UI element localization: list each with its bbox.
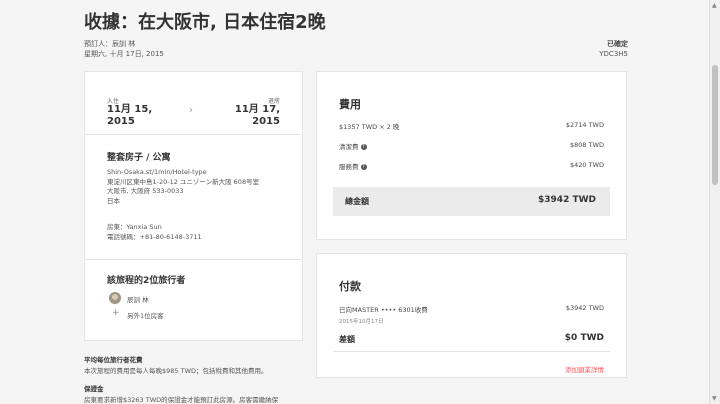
booking-meta: 預訂人：辰訓 林 星期六, 十月 17日, 2015 <box>84 39 164 59</box>
room-type: 整套房子 / 公寓 <box>107 153 171 163</box>
confirmation-code: YDC3H5 <box>599 50 628 58</box>
deposit-title: 保證金 <box>84 385 104 393</box>
page-title: 收據：在大阪市, 日本住宿2晚 <box>84 12 326 33</box>
stay-details-card: 入住 11月 15, 2015 › 退房 11月 17, 2015 整套房子 /… <box>84 71 303 341</box>
divider <box>85 134 302 135</box>
guest-name: 辰訓 林 <box>127 296 149 304</box>
fees-title: 費用 <box>339 98 361 111</box>
info-icon[interactable]: ? <box>360 164 367 170</box>
balance-value: $0 TWD <box>564 333 604 343</box>
total-label: 總金額 <box>345 197 369 206</box>
avg-cost-title: 平均每位旅行者花費 <box>84 356 143 364</box>
cleaning-fee-label: 清潔費? <box>339 143 367 151</box>
scroll-down-icon[interactable]: ▼ <box>712 395 717 402</box>
booker-name: 預訂人：辰訓 林 <box>84 40 136 48</box>
payment-method: 已向MASTER •••• 6301收費 <box>339 306 428 314</box>
listing-address: Shin-Osaka.st/1min/Hotel-type 東淀川区東中島1-2… <box>107 168 260 205</box>
total-bar: 總金額 $3942 TWD <box>333 187 610 216</box>
deposit-text: 房東要求新增$3263 TWD的保證金才能預訂此房源。房客需繳納保 <box>84 396 279 404</box>
payment-date: 2015年10月17日 <box>339 319 384 325</box>
cleaning-fee-value: $808 TWD <box>569 141 604 149</box>
avatar <box>109 292 121 304</box>
service-fee-value: $420 TWD <box>569 161 604 169</box>
nightly-fee-value: $2714 TWD <box>565 121 604 129</box>
travelers-title: 該旅程的2位旅行者 <box>107 276 186 286</box>
scrollbar-thumb[interactable] <box>712 65 718 185</box>
avg-cost-text: 本次旅程的費用是每人每晚$985 TWD；包括稅費和其他費用。 <box>84 367 268 375</box>
service-fee-label: 服務費? <box>339 163 367 171</box>
scroll-up-icon[interactable]: ▲ <box>712 2 717 9</box>
scrollbar[interactable]: ▲ ▼ <box>709 0 720 404</box>
payment-amount: $3942 TWD <box>565 304 604 312</box>
host-name: 房東：Yanxia Sun <box>107 223 162 231</box>
divider <box>333 351 610 352</box>
checkin-date: 11月 15, 2015 <box>107 104 153 127</box>
divider <box>85 259 302 260</box>
add-details-link[interactable]: 添加額業詳情 <box>565 364 604 374</box>
payment-card: 付款 已向MASTER •••• 6301收費 $3942 TWD 2015年1… <box>316 253 627 378</box>
status-badge: 已確定 <box>607 40 628 48</box>
fees-card: 費用 $1357 TWD × 2 晚 $2714 TWD 清潔費? $808 T… <box>316 71 627 240</box>
plus-icon: + <box>112 308 120 318</box>
booking-date: 星期六, 十月 17日, 2015 <box>84 50 164 58</box>
balance-label: 差額 <box>339 335 355 344</box>
nightly-fee-label: $1357 TWD × 2 晚 <box>339 123 400 131</box>
checkout-date: 11月 17, 2015 <box>234 104 280 127</box>
info-icon[interactable]: ? <box>360 144 367 150</box>
host-info: 房東：Yanxia Sun 電話號碼：+81-80-6148-3711 <box>107 223 202 242</box>
host-phone: 電話號碼：+81-80-6148-3711 <box>107 232 202 241</box>
total-value: $3942 TWD <box>538 195 596 205</box>
confirmation-meta: 已確定 YDC3H5 <box>599 39 628 59</box>
payment-title: 付款 <box>339 280 361 293</box>
more-guests: 另外1位房客 <box>127 312 164 320</box>
chevron-right-icon: › <box>189 105 193 116</box>
